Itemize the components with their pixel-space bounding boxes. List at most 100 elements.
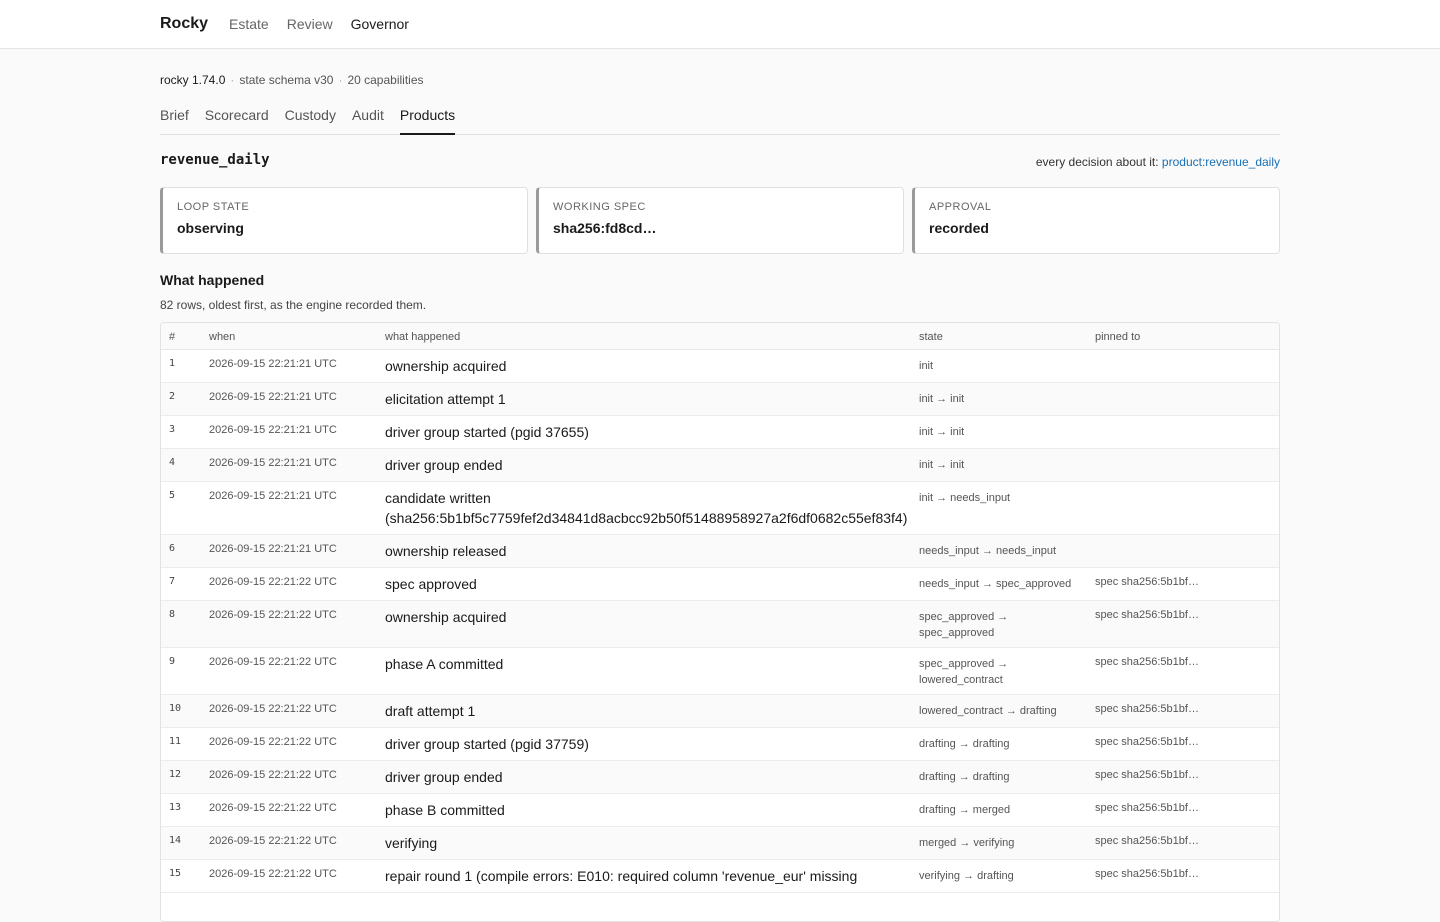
- card-label: WORKING SPEC: [553, 201, 646, 213]
- row-pinned: spec sha256:5b1bf…: [1087, 793, 1279, 827]
- row-number: 7: [161, 567, 201, 601]
- row-number: 9: [161, 647, 201, 695]
- history-subtitle: 82 rows, oldest first, as the engine rec…: [160, 298, 427, 312]
- row-number: 13: [161, 793, 201, 827]
- table-row: 12 2026-09-15 22:21:22 UTC driver group en…: [161, 760, 1279, 794]
- row-state: drafting → drafting: [911, 760, 1087, 794]
- row-pinned: [1087, 481, 1279, 535]
- table-row: 2 2026-09-15 22:21:21 UTC elicitation atte…: [161, 382, 1279, 416]
- row-event: candidate written (sha256:5b1bf5c7759fef…: [377, 481, 911, 535]
- table-row: 14 2026-09-15 22:21:22 UTC verifying merged…: [161, 826, 1279, 860]
- row-event: driver group ended: [377, 760, 911, 794]
- row-timestamp: 2026-09-15 22:21:21 UTC: [201, 481, 377, 535]
- table-row: 5 2026-09-15 22:21:21 UTC candidate writte…: [161, 481, 1279, 535]
- schema-label: state schema v30: [239, 73, 334, 87]
- row-number: 10: [161, 694, 201, 728]
- row-timestamp: 2026-09-15 22:21:22 UTC: [201, 760, 377, 794]
- row-timestamp: 2026-09-15 22:21:22 UTC: [201, 859, 377, 893]
- row-event: ownership acquired: [377, 600, 911, 648]
- brand-logo[interactable]: Rocky: [160, 15, 208, 33]
- top-nav: Estate Review Governor: [229, 16, 409, 32]
- column-header-state: state: [911, 323, 1087, 350]
- column-header-what: what happened: [377, 323, 911, 350]
- row-state: merged → verifying: [911, 826, 1087, 860]
- table-row: 15 2026-09-15 22:21:22 UTC repair round 1 …: [161, 859, 1279, 893]
- row-state: drafting → drafting: [911, 727, 1087, 761]
- row-pinned: spec sha256:5b1bf…: [1087, 600, 1279, 648]
- history-table-container[interactable]: # when what happened state pinned to 1 20…: [160, 322, 1280, 922]
- card-value: observing: [177, 220, 244, 236]
- row-event: repair round 1 (compile errors: E010: re…: [377, 859, 911, 893]
- row-state: init → init: [911, 448, 1087, 482]
- table-row: 13 2026-09-15 22:21:22 UTC phase B committ…: [161, 793, 1279, 827]
- history-table: # when what happened state pinned to 1 20…: [161, 323, 1279, 893]
- row-number: 1: [161, 349, 201, 383]
- nav-governor[interactable]: Governor: [351, 16, 409, 32]
- loop-state-card: LOOP STATE observing: [160, 187, 528, 254]
- row-timestamp: 2026-09-15 22:21:22 UTC: [201, 793, 377, 827]
- row-pinned: spec sha256:5b1bf…: [1087, 859, 1279, 893]
- row-timestamp: 2026-09-15 22:21:22 UTC: [201, 694, 377, 728]
- row-state: init: [911, 349, 1087, 383]
- table-row: 10 2026-09-15 22:21:22 UTC draft attempt 1…: [161, 694, 1279, 728]
- tab-custody[interactable]: Custody: [285, 105, 336, 135]
- row-pinned: spec sha256:5b1bf…: [1087, 826, 1279, 860]
- history-table-body: 1 2026-09-15 22:21:21 UTC ownership acquir…: [161, 349, 1279, 893]
- row-pinned: [1087, 534, 1279, 568]
- row-timestamp: 2026-09-15 22:21:22 UTC: [201, 600, 377, 648]
- version-meta: rocky 1.74.0 · state schema v30 · 20 capabil…: [160, 73, 424, 87]
- row-pinned: spec sha256:5b1bf…: [1087, 694, 1279, 728]
- row-event: ownership acquired: [377, 349, 911, 383]
- row-number: 11: [161, 727, 201, 761]
- table-row: 3 2026-09-15 22:21:21 UTC driver group sta…: [161, 415, 1279, 449]
- row-pinned: [1087, 415, 1279, 449]
- row-pinned: spec sha256:5b1bf…: [1087, 727, 1279, 761]
- row-number: 12: [161, 760, 201, 794]
- approval-card: APPROVAL recorded: [912, 187, 1280, 254]
- separator-dot: ·: [338, 73, 343, 87]
- row-state: needs_input → spec_approved: [911, 567, 1087, 601]
- status-cards: LOOP STATE observing WORKING SPEC sha256…: [160, 187, 1280, 254]
- row-number: 5: [161, 481, 201, 535]
- row-state: drafting → merged: [911, 793, 1087, 827]
- row-number: 2: [161, 382, 201, 416]
- tab-scorecard[interactable]: Scorecard: [205, 105, 269, 135]
- row-state: spec_approved → lowered_contract: [911, 647, 1087, 695]
- row-state: init → init: [911, 382, 1087, 416]
- row-pinned: [1087, 349, 1279, 383]
- table-row: 6 2026-09-15 22:21:21 UTC ownership releas…: [161, 534, 1279, 568]
- tab-audit[interactable]: Audit: [352, 105, 384, 135]
- capabilities-label: 20 capabilities: [347, 73, 424, 87]
- working-spec-card: WORKING SPEC sha256:fd8cd…: [536, 187, 904, 254]
- column-header-number: #: [161, 323, 201, 350]
- row-state: lowered_contract → drafting: [911, 694, 1087, 728]
- row-timestamp: 2026-09-15 22:21:22 UTC: [201, 727, 377, 761]
- tab-brief[interactable]: Brief: [160, 105, 189, 135]
- table-header-row: # when what happened state pinned to: [161, 323, 1279, 350]
- row-timestamp: 2026-09-15 22:21:22 UTC: [201, 826, 377, 860]
- row-event: driver group started (pgid 37655): [377, 415, 911, 449]
- row-timestamp: 2026-09-15 22:21:21 UTC: [201, 349, 377, 383]
- product-title: revenue_daily: [160, 152, 270, 168]
- row-number: 6: [161, 534, 201, 568]
- decision-label: every decision about it:: [1035, 155, 1162, 169]
- table-row: 8 2026-09-15 22:21:22 UTC ownership acquir…: [161, 600, 1279, 648]
- nav-estate[interactable]: Estate: [229, 16, 269, 32]
- row-timestamp: 2026-09-15 22:21:21 UTC: [201, 448, 377, 482]
- row-event: draft attempt 1: [377, 694, 911, 728]
- nav-review[interactable]: Review: [287, 16, 333, 32]
- row-pinned: [1087, 448, 1279, 482]
- row-state: init → init: [911, 415, 1087, 449]
- row-timestamp: 2026-09-15 22:21:21 UTC: [201, 382, 377, 416]
- tab-products[interactable]: Products: [399, 105, 456, 135]
- card-value: sha256:fd8cd…: [553, 220, 657, 236]
- table-row: 9 2026-09-15 22:21:22 UTC phase A committe…: [161, 647, 1279, 695]
- card-value: recorded: [929, 220, 989, 236]
- separator-dot: ·: [230, 73, 235, 87]
- row-number: 14: [161, 826, 201, 860]
- table-row: 1 2026-09-15 22:21:21 UTC ownership acquir…: [161, 349, 1279, 383]
- decision-link[interactable]: product:revenue_daily: [1162, 155, 1280, 169]
- row-event: phase A committed: [377, 647, 911, 695]
- row-state: verifying → drafting: [911, 859, 1087, 893]
- row-timestamp: 2026-09-15 22:21:22 UTC: [201, 567, 377, 601]
